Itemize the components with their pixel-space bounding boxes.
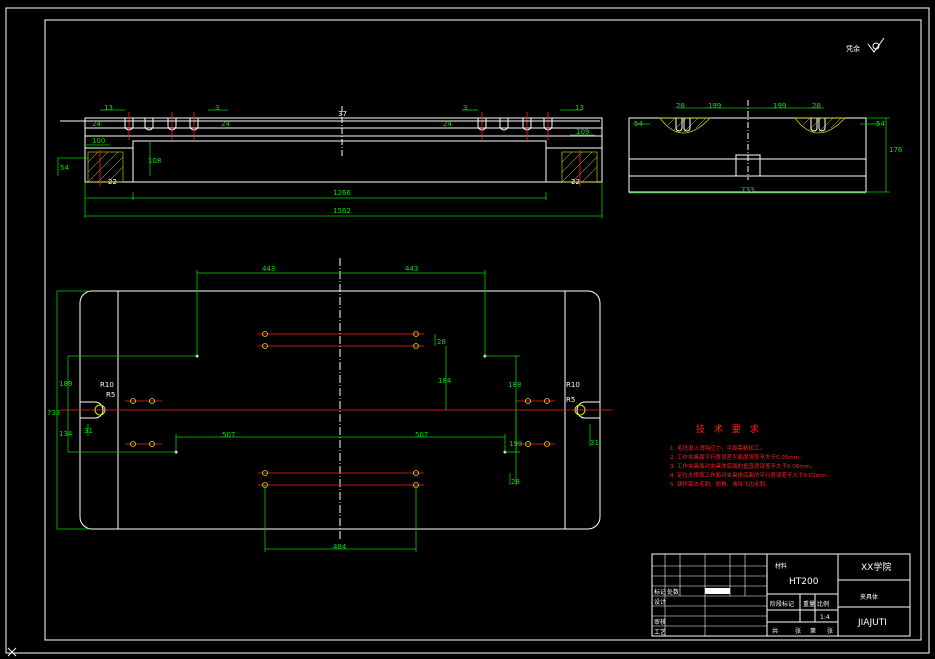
title-block: 材料 HT200 XX学院 夹具体 JIAJUTI 1:4 阶段标记 重量 比例… — [651, 553, 911, 637]
side-view: 28 199 199 28 54 54 176 733 — [628, 100, 903, 194]
plan-dim-r10-right: R10 — [566, 381, 580, 389]
dim-24-r1: 24 — [443, 120, 452, 128]
tech-req-item-4: 4. 定位支撑面工作面对夹具体底面的平行度误差不大于0.02mm。 — [670, 471, 832, 479]
row-label-2: 处数 — [667, 588, 679, 596]
plan-dim-r5-left: R5 — [106, 391, 115, 399]
drawing-number: JIAJUTI — [857, 618, 887, 628]
plan-dim-28-bottom: 28 — [511, 478, 520, 486]
plan-dim-507-left: 507 — [222, 431, 235, 439]
dim-1266: 1266 — [333, 189, 351, 197]
plan-dim-484: 484 — [333, 543, 347, 551]
plan-dim-443-left: 443 — [262, 265, 275, 273]
material-value: HT200 — [789, 577, 819, 587]
plan-dim-443-right: 443 — [405, 265, 418, 273]
front-view: 13 3 37 3 13 24 24 24 100 109 54 108 126… — [57, 104, 603, 218]
ucs-icon — [7, 647, 17, 657]
plan-dim-188: 188 — [508, 381, 521, 389]
dim-22-left: 22 — [108, 178, 117, 186]
plan-dim-184: 184 — [438, 377, 452, 385]
inner-frame — [44, 19, 922, 641]
dim-13-right: 13 — [575, 104, 584, 112]
sheet-label-4: 张 — [827, 627, 833, 635]
cad-drawing: 凭余 13 3 37 3 13 24 24 24 100 109 54 108 … — [5, 7, 930, 657]
plan-dim-r5-right: R5 — [566, 396, 575, 404]
scale-label: 比例 — [817, 600, 829, 608]
side-dim-54-right: 54 — [876, 120, 885, 128]
tech-req-item-3: 3. 工作夹具面对夹具体底面的垂直度误差不大于0.06mm。 — [670, 462, 815, 470]
sheet-label-2: 张 — [795, 627, 801, 635]
plan-dim-28-top: 28 — [437, 338, 446, 346]
stage-label: 阶段标记 — [770, 600, 794, 608]
plan-dim-199: 199 — [509, 440, 522, 448]
side-dim-28-right: 28 — [812, 102, 821, 110]
side-dim-176: 176 — [889, 146, 903, 154]
plan-dim-733: 733 — [47, 409, 60, 417]
roughness-symbol-icon — [867, 37, 885, 53]
dim-3-right: 3 — [463, 104, 467, 112]
dim-3-left: 3 — [215, 104, 219, 112]
dim-24-l1: 24 — [92, 120, 101, 128]
row-label-1: 标记 — [654, 588, 666, 596]
dim-37: 37 — [338, 110, 347, 118]
roughness-mark-text: 凭余 — [846, 44, 860, 53]
sheet-label-3: 第 — [810, 627, 816, 635]
row-label-3: 设计 — [654, 598, 666, 606]
dim-109-right: 109 — [576, 128, 589, 136]
plan-dim-507-right: 507 — [415, 431, 428, 439]
dim-54: 54 — [60, 164, 69, 172]
dim-100-left: 100 — [92, 137, 105, 145]
side-dim-54-left: 54 — [634, 120, 643, 128]
part-name: 夹具体 — [860, 593, 878, 601]
side-dim-199-right: 199 — [773, 102, 786, 110]
plan-dim-189: 189 — [59, 380, 72, 388]
plan-dim-31-right: 31 — [590, 439, 599, 447]
plan-dim-31-left: 31 — [84, 427, 93, 435]
tech-req-item-5: 5. 铸件需去毛刺、倒角、清除飞边毛刺。 — [670, 480, 771, 488]
scale-value: 1:4 — [820, 614, 830, 621]
weight-label: 重量 — [803, 600, 815, 608]
school-name: XX学院 — [861, 561, 891, 573]
dim-22-right: 22 — [571, 178, 580, 186]
side-dim-199-left: 199 — [708, 102, 721, 110]
dim-1562: 1562 — [333, 207, 351, 215]
row-label-5: 工艺 — [654, 628, 666, 636]
side-dim-28-left: 28 — [676, 102, 685, 110]
tech-req-item-1: 1. 毛坯退火消除应力，平面需精加工。 — [670, 444, 765, 452]
tech-req-item-2: 2. 工作夹具面平行度误差平面度误差不大于0.05mm。 — [670, 453, 804, 461]
row-label-4: 审核 — [654, 618, 666, 626]
dim-24-l2: 24 — [221, 120, 230, 128]
outer-frame — [5, 7, 930, 654]
technical-requirements: 技 术 要 求 1. 毛坯退火消除应力，平面需精加工。 2. 工作夹具面平行度误… — [670, 423, 832, 488]
dim-13-left: 13 — [104, 104, 113, 112]
dim-108: 108 — [148, 157, 161, 165]
side-dim-733: 733 — [741, 186, 754, 194]
sheet-label-1: 共 — [772, 627, 778, 635]
material-label: 材料 — [775, 562, 787, 570]
plan-dim-134: 134 — [59, 430, 73, 438]
plan-view: 443 443 733 189 134 184 188 R10 R5 R10 R… — [47, 258, 612, 552]
tech-req-title: 技 术 要 求 — [696, 423, 762, 435]
plan-dim-r10-left: R10 — [100, 381, 114, 389]
